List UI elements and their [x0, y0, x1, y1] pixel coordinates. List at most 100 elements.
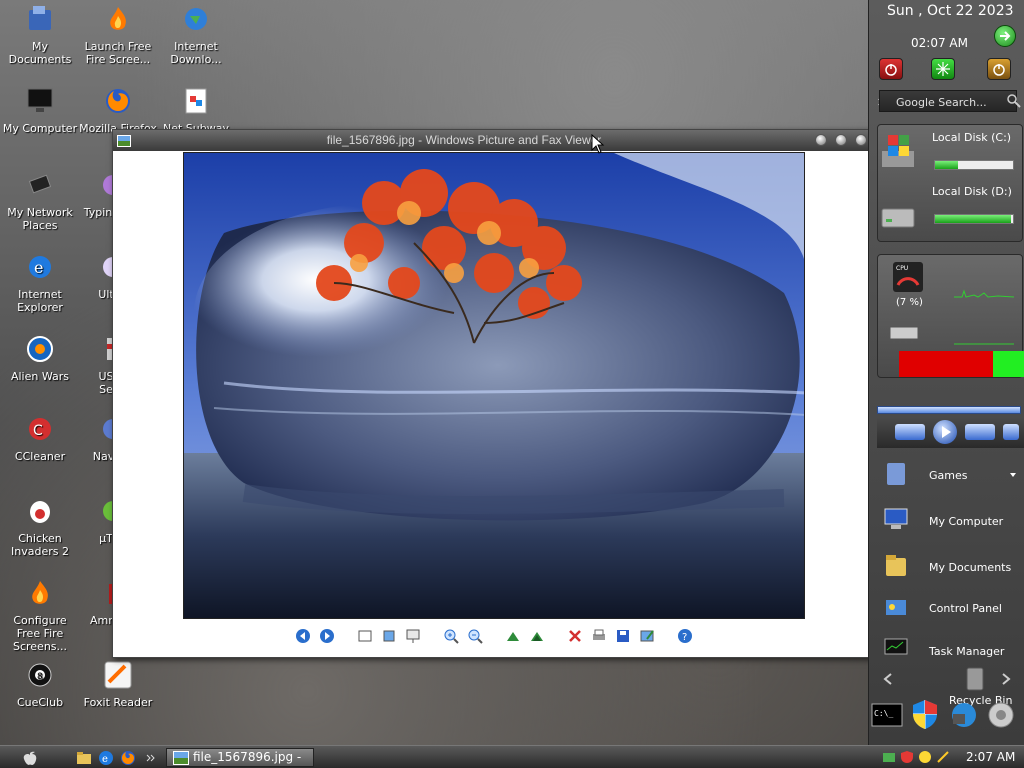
hard-drive-icon — [881, 208, 915, 228]
desktop-icon-internet-explorer[interactable]: e Internet Explorer — [0, 250, 80, 314]
sidebar-date: Sun , Oct 22 2023 — [887, 3, 1014, 19]
shutdown-button[interactable] — [879, 58, 903, 80]
desktop-icon-label: My Documents — [8, 40, 72, 66]
delete-icon[interactable] — [566, 627, 584, 645]
maximize-button[interactable] — [835, 134, 847, 146]
cpu-graph — [954, 289, 1014, 298]
next-image-button[interactable] — [318, 627, 336, 645]
zoom-out-button[interactable] — [466, 627, 484, 645]
play-button[interactable] — [933, 420, 957, 444]
ccleaner-icon: C — [23, 412, 57, 446]
us-se-icon — [81, 332, 115, 366]
print-icon[interactable] — [590, 627, 608, 645]
sidebar-item-my-documents[interactable]: My Documents — [929, 561, 1011, 574]
edit-image-icon[interactable] — [638, 627, 656, 645]
sidebar-item-games[interactable]: Games — [929, 469, 967, 482]
tray-wand-icon[interactable] — [936, 750, 950, 764]
taskbar-clock[interactable]: 2:07 AM — [966, 750, 1015, 764]
save-icon[interactable] — [614, 627, 632, 645]
billiard-ball-icon: 8 — [23, 658, 57, 692]
speaker-icon[interactable] — [987, 700, 1019, 730]
best-fit-button[interactable] — [356, 627, 374, 645]
desktop-icon-my-computer[interactable]: My Computer — [0, 84, 80, 135]
sidebar-item-control-panel[interactable]: Control Panel — [929, 602, 1002, 615]
viewer-toolbar: ? — [113, 627, 875, 645]
tray-security-icon[interactable] — [900, 750, 914, 764]
recycle-bin-icon — [966, 667, 984, 691]
desktop-icon-net-subway[interactable]: Net Subway — [156, 84, 236, 135]
help-icon[interactable]: ? — [676, 627, 694, 645]
desktop-icon-alien-wars[interactable]: Alien Wars — [0, 332, 80, 383]
google-search-input[interactable] — [879, 90, 1017, 112]
utorrent-icon — [81, 494, 115, 528]
media-progress-bar[interactable] — [877, 406, 1021, 414]
desktop-icon-ccleaner[interactable]: C CCleaner — [0, 412, 80, 463]
hibernate-button[interactable] — [931, 58, 955, 80]
actual-size-button[interactable] — [380, 627, 398, 645]
sidebar-item-my-computer[interactable]: My Computer — [929, 515, 1003, 528]
desktop-icon-label: CueClub — [16, 696, 64, 709]
desktop-icon-internet-download-manager[interactable]: Internet Downlo... — [156, 2, 236, 66]
rotate-clockwise-button[interactable] — [504, 627, 522, 645]
minimize-button[interactable] — [815, 134, 827, 146]
tray-network-icon[interactable] — [882, 750, 896, 764]
desktop-icon-label: My Computer — [2, 122, 78, 135]
disk-d-label: Local Disk (D:) — [932, 185, 1012, 198]
previous-track-button[interactable] — [895, 424, 925, 440]
fire-icon — [23, 576, 57, 610]
sidebar-gadget-panel: Sun , Oct 22 2023 02:07 AM Local Disk (C… — [868, 0, 1024, 745]
desktop-icon-launch-free-fire[interactable]: Launch Free Fire Scree... — [78, 2, 158, 66]
memory-chip-icon — [889, 326, 919, 343]
disk-d-usage-bar — [934, 214, 1014, 224]
eject-button[interactable] — [1003, 424, 1019, 440]
desktop-icon-cueclub[interactable]: 8 CueClub — [0, 658, 80, 709]
desktop-icon-chicken-invaders-2[interactable]: Chicken Invaders 2 — [0, 494, 80, 558]
desktop-icon-my-network-places[interactable]: My Network Places — [0, 168, 80, 232]
disk-c-usage-fill — [935, 161, 959, 169]
network-connections-icon[interactable] — [947, 700, 981, 730]
desktop-icon-label: Launch Free Fire Scree... — [84, 40, 152, 66]
firefox-quicklaunch-icon[interactable] — [120, 750, 136, 766]
folder-quicklaunch-icon[interactable] — [76, 750, 92, 766]
window-titlebar[interactable]: file_1567896.jpg - Windows Picture and F… — [113, 130, 875, 151]
sidebar-item-task-manager[interactable]: Task Manager — [929, 645, 1004, 658]
window-controls — [815, 134, 867, 146]
desktop-icon-configure-free-fire[interactable]: Configure Free Fire Screens... — [0, 576, 80, 653]
command-prompt-icon[interactable]: C:\_ — [871, 702, 903, 728]
logoff-button[interactable] — [987, 58, 1011, 80]
slideshow-button[interactable] — [404, 627, 422, 645]
zoom-in-button[interactable] — [442, 627, 460, 645]
chevron-down-icon[interactable] — [1009, 471, 1017, 479]
taskbar-button-picture-viewer[interactable]: file_1567896.jpg - ... — [166, 748, 314, 768]
network-icon — [23, 168, 57, 202]
download-globe-icon — [179, 2, 213, 36]
security-shield-icon[interactable] — [911, 698, 939, 730]
rotate-counterclockwise-button[interactable] — [528, 627, 546, 645]
more-quicklaunch-chevron-icon[interactable] — [146, 753, 156, 763]
scroll-right-icon[interactable] — [1001, 673, 1011, 685]
previous-image-button[interactable] — [294, 627, 312, 645]
alien-wars-icon — [23, 332, 57, 366]
svg-text:8: 8 — [37, 672, 43, 682]
start-apple-icon[interactable] — [22, 749, 38, 766]
search-icon[interactable] — [1006, 93, 1022, 109]
cpu-label: CPU — [896, 265, 909, 272]
desktop-icon-my-documents[interactable]: My Documents — [0, 2, 80, 66]
tray-smiley-icon[interactable] — [918, 750, 932, 764]
disk-d-usage-fill — [935, 215, 1012, 223]
close-button[interactable] — [855, 134, 867, 146]
games-folder-icon — [887, 463, 905, 485]
disk-c-label: Local Disk (C:) — [932, 131, 1012, 144]
control-panel-icon — [886, 600, 906, 615]
scroll-left-icon[interactable] — [883, 673, 893, 685]
desktop-icon-label: Foxit Reader — [83, 696, 153, 709]
go-arrow-icon[interactable] — [994, 25, 1016, 47]
next-track-button[interactable] — [965, 424, 995, 440]
desktop-icon-mozilla-firefox[interactable]: Mozilla Firefox — [78, 84, 158, 135]
internet-explorer-quicklaunch-icon[interactable]: e — [98, 750, 114, 766]
navi-icon — [81, 412, 115, 446]
displayed-image — [183, 152, 805, 619]
picture-viewer-window[interactable]: file_1567896.jpg - Windows Picture and F… — [112, 129, 876, 658]
fire-icon — [101, 2, 135, 36]
desktop-icon-foxit-reader[interactable]: Foxit Reader — [78, 658, 158, 709]
